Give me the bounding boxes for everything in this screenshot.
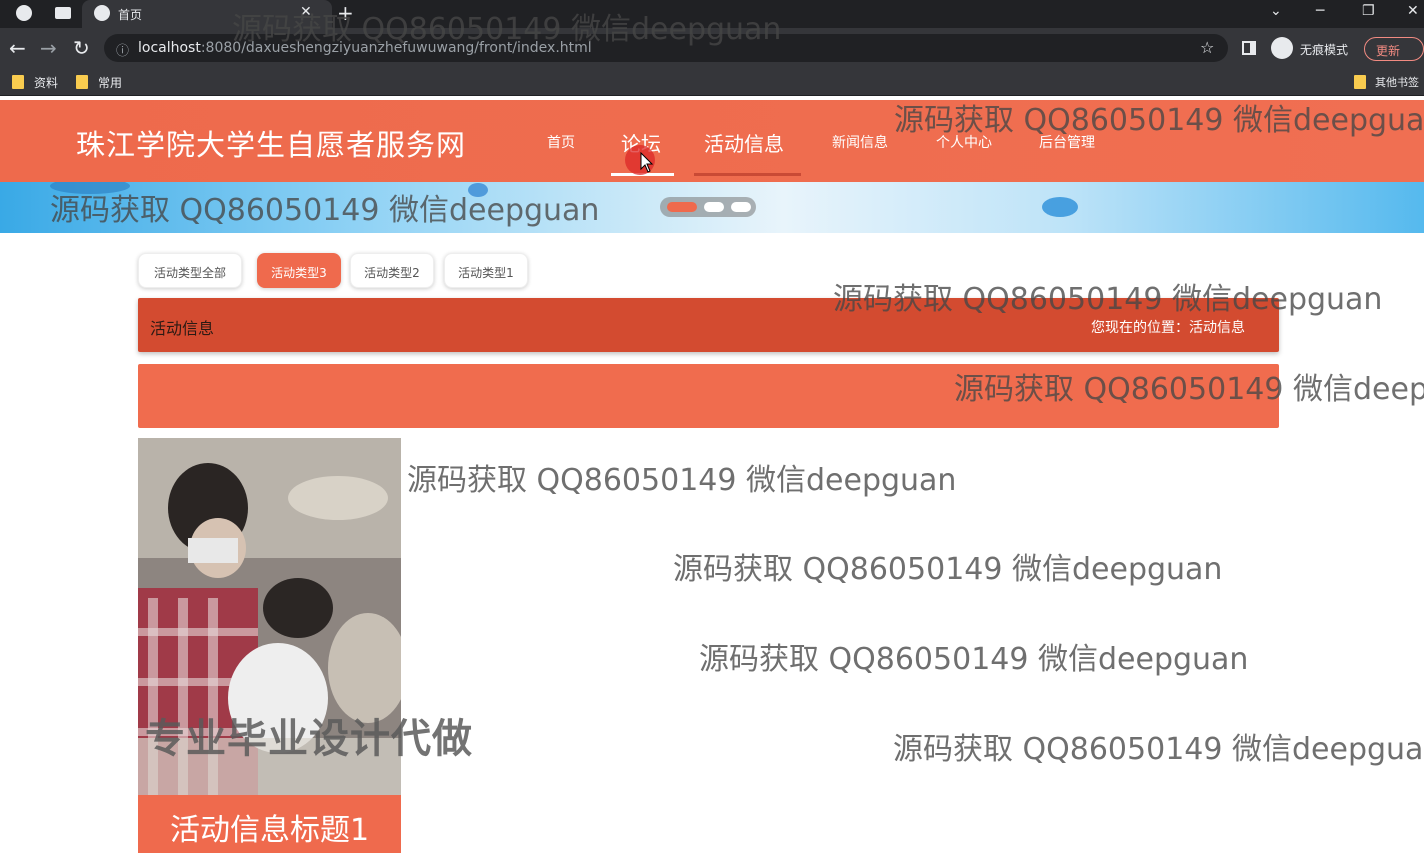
side-panel-icon[interactable]	[1242, 41, 1256, 55]
site-info-icon[interactable]: ⓘ	[116, 40, 129, 59]
watermark-text: 源码获取 QQ86050149 微信deepguan	[954, 372, 1424, 407]
overlay-watermark-text: 专业毕业设计代做	[145, 716, 473, 762]
card-title-text: 活动信息标题1	[169, 813, 370, 848]
forward-icon[interactable]: →	[40, 36, 57, 60]
carousel-dot-active[interactable]	[667, 202, 697, 212]
filter-label: 活动类型3	[271, 266, 327, 280]
bookmark-folder-常用[interactable]: 常用	[98, 74, 122, 91]
watermark-text: 源码获取 QQ86050149 微信deepguan	[232, 12, 782, 47]
tab-search-icon[interactable]: ⌄	[1270, 3, 1282, 19]
filter-type1-button[interactable]: 活动类型1	[444, 253, 528, 288]
carousel-dot[interactable]	[704, 202, 724, 212]
watermark-text: 源码获取 QQ86050149 微信deepguan	[699, 642, 1249, 677]
bookmarks-bar: 资料 常用 其他书签	[0, 68, 1424, 96]
url-host: localhost	[138, 40, 201, 56]
filter-all-button[interactable]: 活动类型全部	[138, 253, 242, 288]
section-title: 活动信息	[150, 319, 215, 338]
nav-item-home[interactable]: 首页	[547, 132, 575, 152]
folder-icon	[76, 75, 88, 89]
update-label: 更新	[1376, 44, 1401, 58]
activity-card-title[interactable]: 活动信息标题1	[138, 795, 401, 853]
update-button[interactable]: 更新	[1364, 37, 1424, 61]
back-icon[interactable]: ←	[9, 36, 26, 60]
nav-active-indicator	[694, 173, 801, 176]
watermark-text: 源码获取 QQ86050149 微信deepguan	[673, 552, 1223, 587]
filter-label: 活动类型全部	[153, 266, 226, 280]
carousel-dot[interactable]	[731, 202, 751, 212]
window-icon[interactable]	[55, 7, 71, 19]
filter-label: 活动类型1	[458, 266, 514, 280]
restore-icon[interactable]: ❐	[1362, 3, 1375, 19]
minimize-icon[interactable]: ─	[1316, 3, 1324, 19]
watermark-text: 源码获取 QQ86050149 微信deepguan	[407, 463, 957, 498]
watermark-text: 源码获取 QQ86050149 微信deepguan	[833, 282, 1383, 317]
filter-label: 活动类型2	[364, 266, 420, 280]
bookmark-star-icon[interactable]: ☆	[1200, 38, 1214, 57]
watermark-text: 源码获取 QQ86050149 微信deepguan	[50, 193, 600, 228]
incognito-label: 无痕模式	[1300, 43, 1349, 57]
reload-icon[interactable]: ↻	[73, 36, 90, 60]
incognito-icon[interactable]	[1271, 37, 1293, 59]
site-title[interactable]: 珠江学院大学生自愿者服务网	[76, 122, 466, 164]
folder-icon	[1354, 75, 1366, 89]
nav-item-activity-info[interactable]: 活动信息	[704, 128, 784, 157]
filter-type3-button[interactable]: 活动类型3	[257, 253, 341, 288]
tab-title[interactable]: 首页	[118, 6, 142, 23]
bookmark-folder-other[interactable]: 其他书签	[1375, 74, 1419, 90]
watermark-text: 源码获取 QQ86050149 微信deepguan	[893, 732, 1424, 767]
filter-type2-button[interactable]: 活动类型2	[350, 253, 434, 288]
folder-icon	[12, 75, 24, 89]
tab-favicon-icon	[94, 5, 110, 21]
close-window-icon[interactable]: ✕	[1407, 3, 1419, 19]
bookmark-folder-资料[interactable]: 资料	[34, 74, 58, 91]
mouse-cursor-icon	[640, 152, 654, 173]
watermark-text: 源码获取 QQ86050149 微信deepguan	[894, 103, 1424, 138]
nav-item-news[interactable]: 新闻信息	[832, 132, 888, 152]
breadcrumb: 您现在的位置：活动信息	[1091, 320, 1245, 336]
globe-icon[interactable]	[16, 5, 32, 21]
